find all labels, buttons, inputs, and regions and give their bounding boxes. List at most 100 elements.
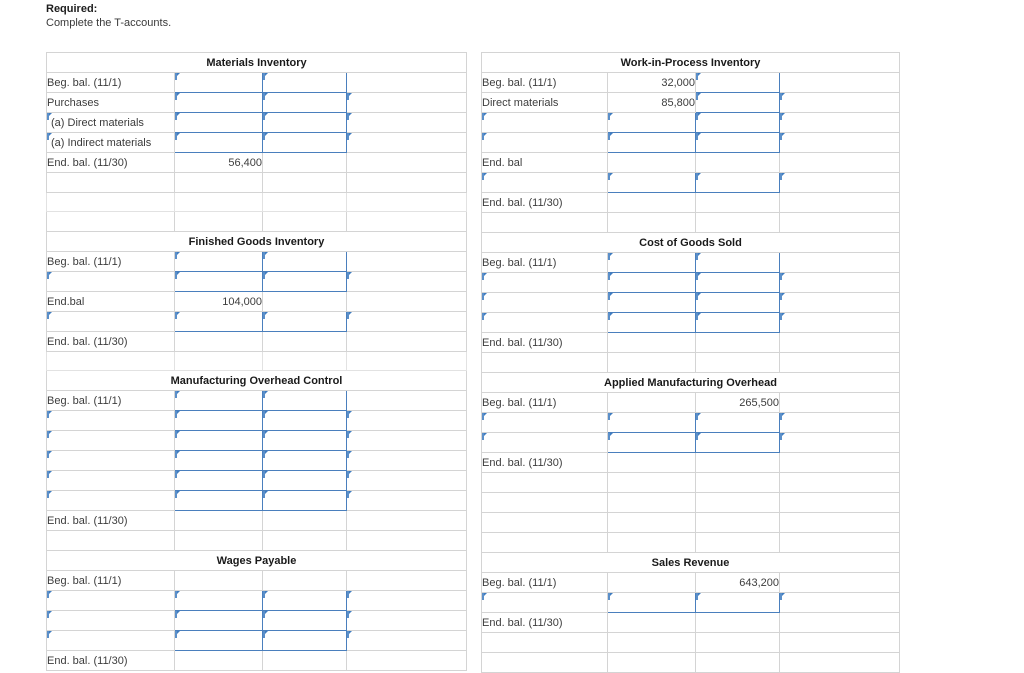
credit-input-cell[interactable] <box>262 251 347 272</box>
row-label-input-cell[interactable] <box>46 410 175 431</box>
row-label-input-cell[interactable] <box>481 312 608 333</box>
debit-input-cell[interactable] <box>174 630 263 651</box>
row-label-input-cell[interactable] <box>481 592 608 613</box>
credit-input-cell[interactable] <box>695 412 780 433</box>
extra-input-cell[interactable] <box>779 172 900 193</box>
credit-input-cell[interactable] <box>695 272 780 293</box>
debit-input-cell[interactable] <box>174 112 263 133</box>
credit-input-cell[interactable] <box>262 590 347 611</box>
row-label-input-cell[interactable] <box>46 450 175 471</box>
extra-input-cell[interactable] <box>346 430 467 451</box>
extra-input-cell[interactable] <box>346 410 467 431</box>
debit-input-cell[interactable] <box>174 470 263 491</box>
debit-input-cell[interactable] <box>607 252 696 273</box>
row-label-input-cell[interactable] <box>46 610 175 631</box>
extra-input-cell[interactable] <box>346 271 467 292</box>
debit-input-cell[interactable] <box>174 610 263 631</box>
debit-input-cell[interactable] <box>174 271 263 292</box>
extra-input-cell[interactable] <box>346 92 467 113</box>
credit-input-cell[interactable] <box>695 72 780 93</box>
credit-input-cell[interactable] <box>262 132 347 153</box>
credit-input-cell[interactable] <box>695 432 780 453</box>
row-label-input-cell[interactable] <box>481 112 608 133</box>
row-label-input-cell[interactable]: (a) Indirect materials <box>46 132 175 153</box>
debit-input-cell[interactable] <box>174 430 263 451</box>
credit-input-cell[interactable] <box>262 311 347 332</box>
extra-input-cell[interactable] <box>346 450 467 471</box>
credit-input-cell[interactable] <box>262 72 347 93</box>
credit-input-cell[interactable] <box>262 430 347 451</box>
extra-input-cell[interactable] <box>779 112 900 133</box>
extra-input-cell[interactable] <box>779 292 900 313</box>
row-label-input-cell[interactable] <box>46 470 175 491</box>
row-label-input-cell[interactable] <box>46 590 175 611</box>
row-label-input-cell[interactable] <box>481 272 608 293</box>
credit-input-cell[interactable] <box>262 390 347 411</box>
row-label-input-cell[interactable] <box>46 490 175 511</box>
extra-input-cell[interactable] <box>779 432 900 453</box>
cell-marker-icon <box>263 113 273 122</box>
extra-input-cell[interactable] <box>779 412 900 433</box>
credit-input-cell[interactable] <box>695 252 780 273</box>
debit-input-cell[interactable] <box>174 490 263 511</box>
extra-input-cell[interactable] <box>779 592 900 613</box>
credit-input-cell[interactable] <box>695 112 780 133</box>
extra-input-cell[interactable] <box>346 590 467 611</box>
row-label-input-cell[interactable] <box>481 132 608 153</box>
row-label-input-cell[interactable] <box>46 311 175 332</box>
extra-input-cell[interactable] <box>346 132 467 153</box>
row-label-input-cell[interactable] <box>46 630 175 651</box>
debit-input-cell[interactable] <box>174 251 263 272</box>
debit-input-cell[interactable] <box>174 132 263 153</box>
credit-input-cell[interactable] <box>262 610 347 631</box>
credit-input-cell[interactable] <box>695 592 780 613</box>
credit-input-cell[interactable] <box>262 410 347 431</box>
credit-input-cell[interactable] <box>695 132 780 153</box>
debit-input-cell[interactable] <box>174 92 263 113</box>
credit-input-cell[interactable] <box>262 630 347 651</box>
debit-input-cell[interactable] <box>174 72 263 93</box>
debit-input-cell[interactable] <box>607 432 696 453</box>
debit-input-cell[interactable] <box>174 311 263 332</box>
debit-input-cell[interactable] <box>607 312 696 333</box>
extra-input-cell[interactable] <box>346 112 467 133</box>
debit-input-cell[interactable] <box>607 172 696 193</box>
credit-input-cell[interactable] <box>695 92 780 113</box>
debit-input-cell[interactable] <box>174 390 263 411</box>
credit-input-cell[interactable] <box>262 470 347 491</box>
credit-input-cell[interactable] <box>695 292 780 313</box>
extra-input-cell[interactable] <box>346 610 467 631</box>
row-label-input-cell[interactable] <box>481 432 608 453</box>
extra-input-cell[interactable] <box>779 272 900 293</box>
debit-input-cell[interactable] <box>607 112 696 133</box>
debit-input-cell[interactable] <box>607 292 696 313</box>
credit-input-cell[interactable] <box>262 450 347 471</box>
debit-input-cell[interactable] <box>174 590 263 611</box>
debit-input-cell[interactable] <box>607 592 696 613</box>
extra-input-cell[interactable] <box>346 311 467 332</box>
extra-input-cell[interactable] <box>779 92 900 113</box>
extra-input-cell[interactable] <box>346 490 467 511</box>
debit-input-cell[interactable] <box>607 412 696 433</box>
debit-input-cell[interactable] <box>174 450 263 471</box>
debit-input-cell[interactable] <box>607 272 696 293</box>
row-label-input-cell[interactable]: (a) Direct materials <box>46 112 175 133</box>
row-label-input-cell[interactable] <box>481 412 608 433</box>
extra-input-cell[interactable] <box>346 470 467 491</box>
credit-input-cell[interactable] <box>262 112 347 133</box>
row-label-input-cell[interactable] <box>481 292 608 313</box>
credit-input-cell[interactable] <box>695 172 780 193</box>
row-label-input-cell[interactable] <box>481 172 608 193</box>
debit-input-cell[interactable] <box>607 132 696 153</box>
row-label-input-cell[interactable] <box>46 430 175 451</box>
credit-input-cell[interactable] <box>262 490 347 511</box>
extra-input-cell[interactable] <box>346 630 467 651</box>
extra-input-cell[interactable] <box>779 312 900 333</box>
extra-input-cell[interactable] <box>779 132 900 153</box>
debit-input-cell[interactable] <box>174 410 263 431</box>
credit-input-cell[interactable] <box>262 271 347 292</box>
row-label-input-cell[interactable] <box>46 271 175 292</box>
credit-input-cell[interactable] <box>695 312 780 333</box>
value-cell <box>607 532 696 553</box>
credit-input-cell[interactable] <box>262 92 347 113</box>
